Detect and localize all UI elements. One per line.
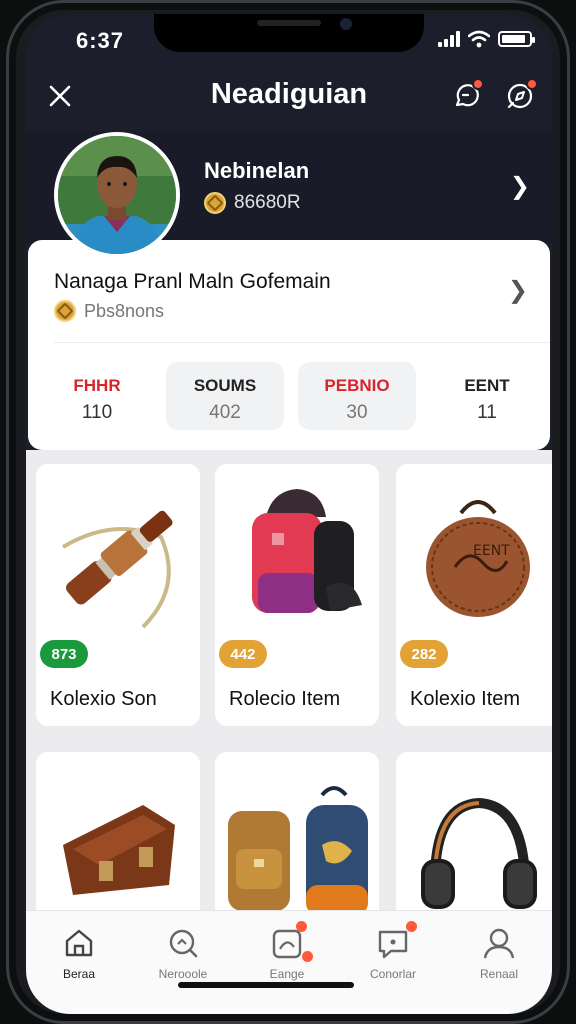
item-card[interactable]: EENT 282 Kolexio Item <box>396 464 552 726</box>
item-card[interactable]: 442 Rolecio Item <box>215 464 379 726</box>
leather-bag-icon <box>36 752 200 922</box>
coin-icon <box>204 192 226 214</box>
status-icons <box>438 30 535 48</box>
photo-badge-icon <box>269 921 313 962</box>
stat-tile[interactable]: FHHR 110 <box>38 362 156 430</box>
chevron-right-icon[interactable]: ❯ <box>508 276 528 305</box>
item-name: Kolexio Son <box>50 688 157 710</box>
svg-text:EENT: EENT <box>473 543 510 559</box>
nav-label: Beraa <box>62 967 96 981</box>
profile-header[interactable]: Nebinelan 86680R ❯ <box>26 132 552 258</box>
item-card[interactable]: 873 Kolexio Son <box>36 464 200 726</box>
nav-item-gallery[interactable]: Eange <box>242 921 332 981</box>
item-card[interactable] <box>396 752 552 922</box>
user-icon <box>481 925 517 961</box>
nav-label: Renaal <box>479 967 519 981</box>
profile-sub-value: 86680R <box>234 192 301 213</box>
nav-item-messages[interactable]: Conorlar <box>348 921 438 981</box>
home-icon <box>61 925 97 961</box>
item-badge: 282 <box>400 640 448 668</box>
stat-tile[interactable]: SOUMS 402 <box>166 362 284 430</box>
spyglass-icon <box>36 464 200 650</box>
chevron-right-icon[interactable]: ❯ <box>510 172 530 201</box>
divider <box>54 342 550 343</box>
item-name: Rolecio Item <box>229 688 341 710</box>
avatar-image <box>58 136 176 254</box>
stat-label: SOUMS <box>193 376 257 395</box>
card-title[interactable]: Nanaga Pranl Maln Gofemain <box>54 270 331 294</box>
chat-icon <box>375 921 417 961</box>
headphones-icon <box>396 752 552 922</box>
badge-dot <box>302 951 313 962</box>
search-icon <box>165 925 201 961</box>
backpacks-icon <box>215 752 379 922</box>
item-badge: 873 <box>40 640 88 668</box>
stat-value: 30 <box>346 402 368 423</box>
badge-dot <box>296 921 307 932</box>
stat-label: EENT <box>464 376 510 395</box>
explore-button[interactable] <box>500 76 540 116</box>
stat-label: FHHR <box>73 376 121 395</box>
item-card[interactable] <box>36 752 200 922</box>
item-name: Kolexio Item <box>410 688 521 710</box>
profile-sub: 86680R <box>204 192 301 214</box>
stat-value: 110 <box>81 402 113 423</box>
explore-dot <box>526 78 538 90</box>
item-badge: 442 <box>219 640 267 668</box>
nav-item-home[interactable]: Beraa <box>34 925 124 981</box>
app-screen: 6:37 Neadiguian Nebinelan 86680R ❯ Nanag… <box>26 14 552 1014</box>
speaker <box>257 20 321 26</box>
stat-value: 402 <box>209 402 241 423</box>
card-subtitle-text: Pbs8nons <box>84 300 165 321</box>
bottom-nav: Beraa Nerooole Eange Conorlar Renaal <box>26 910 552 1014</box>
battery-icon <box>498 31 535 47</box>
leather-pouch-icon: EENT <box>396 464 552 650</box>
signal-icon <box>438 31 460 47</box>
notification-dot <box>472 78 484 90</box>
coin-icon <box>54 300 76 322</box>
stat-tile[interactable]: PEBNIO 30 <box>298 362 416 430</box>
nav-item-profile[interactable]: Renaal <box>454 925 544 981</box>
item-card[interactable] <box>215 752 379 922</box>
notch <box>154 14 424 52</box>
stat-label: PEBNIO <box>324 376 390 395</box>
summary-card: Nanaga Pranl Maln Gofemain Pbs8nons ❯ FH… <box>28 240 550 450</box>
stat-tile[interactable]: EENT 11 <box>428 362 546 430</box>
item-grid: 873 Kolexio Son 442 Rolecio Item EENT 28… <box>26 450 552 922</box>
nav-label: Eange <box>269 967 305 981</box>
card-subtitle: Pbs8nons <box>54 300 164 322</box>
nav-item-search[interactable]: Nerooole <box>138 925 228 981</box>
avatar[interactable] <box>54 132 180 258</box>
status-time: 6:37 <box>76 28 125 53</box>
nav-label: Conorlar <box>369 967 417 981</box>
home-indicator[interactable] <box>178 982 354 988</box>
badge-dot <box>406 921 417 932</box>
nav-label: Nerooole <box>158 967 208 981</box>
app-header: Neadiguian <box>26 70 552 132</box>
profile-name: Nebinelan <box>204 158 310 183</box>
status-bar: 6:37 <box>26 14 552 70</box>
notifications-button[interactable] <box>446 76 486 116</box>
stat-value: 11 <box>477 402 497 423</box>
front-camera <box>340 18 352 30</box>
wifi-icon <box>468 30 490 48</box>
backpack-icon <box>215 464 379 650</box>
